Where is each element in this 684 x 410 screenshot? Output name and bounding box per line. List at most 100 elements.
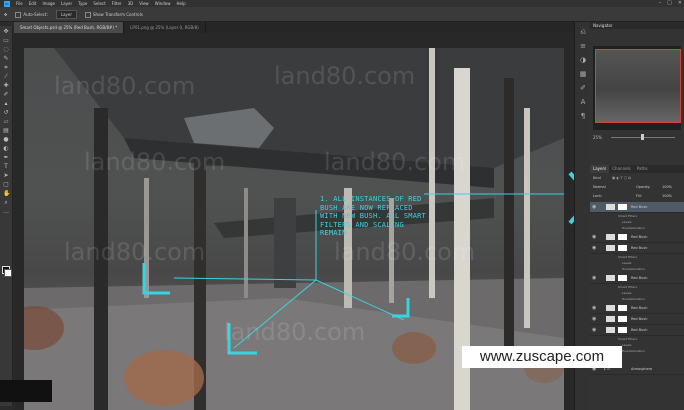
eye-icon[interactable]: ◉ (592, 273, 596, 283)
menu-filter[interactable]: Filter (112, 0, 122, 7)
paragraph-panel-icon[interactable]: ¶ (579, 112, 587, 120)
adjustments-panel-icon[interactable]: ◑ (579, 56, 587, 64)
type-tool-icon[interactable]: T (3, 164, 9, 170)
zoom-tool-icon[interactable]: ⌕ (3, 200, 9, 206)
navigator-panel-header[interactable]: Navigator (590, 22, 684, 29)
layer-row[interactable]: ◉ Red Bush (590, 243, 684, 254)
menu-window[interactable]: Window (155, 0, 171, 7)
hand-tool-icon[interactable]: ✋ (3, 191, 10, 197)
menu-view[interactable]: View (139, 0, 149, 7)
pen-tool-icon[interactable]: ✒ (3, 155, 9, 161)
layer-mask (618, 305, 627, 311)
menu-3d[interactable]: 3D (128, 0, 134, 7)
move-tool-icon[interactable]: ✥ (3, 29, 9, 35)
layer-row[interactable]: ◉ Red Bush (590, 314, 684, 325)
history-panel-icon[interactable]: ⎌ (579, 28, 587, 36)
layer-name: Red Bush (631, 317, 648, 321)
lasso-tool-icon[interactable]: ◌ (3, 47, 9, 53)
layer-name: Red Bush (631, 276, 648, 280)
layer-thumbnail (606, 275, 615, 281)
lock-fill-row: Lock: Fill: 100% (590, 192, 684, 201)
eye-icon[interactable]: ◉ (592, 325, 596, 335)
eye-icon[interactable]: ◉ (592, 243, 596, 253)
eyedropper-tool-icon[interactable]: ⁄ (3, 74, 9, 80)
layer-row[interactable]: ◉ Red Bush (590, 303, 684, 314)
menu-file[interactable]: File (16, 0, 23, 7)
minimize-icon[interactable]: – (659, 0, 662, 7)
eye-icon[interactable]: ◉ (592, 314, 596, 324)
filter-kind-dropdown[interactable]: Kind (593, 174, 601, 183)
layer-thumbnail (606, 327, 615, 333)
move-tool-icon[interactable]: ✥ (4, 7, 7, 21)
menu-select[interactable]: Select (93, 0, 105, 7)
blend-mode-dropdown[interactable]: Normal (593, 183, 606, 192)
menu-layer[interactable]: Layer (61, 0, 72, 7)
options-bar: ✥ Auto-Select: Layer Show Transform Cont… (0, 7, 684, 22)
layer-name: Red Bush (631, 246, 648, 250)
close-icon[interactable]: ✕ (678, 0, 682, 7)
brush-tool-icon[interactable]: ✐ (3, 92, 9, 98)
layer-row[interactable]: ◉ Red Bush (590, 273, 684, 284)
filter-icons[interactable]: ▣ ◐ T ▢ ⧉ (612, 174, 631, 183)
layer-row[interactable]: ◉ Red Bush (590, 202, 684, 213)
menu-edit[interactable]: Edit (29, 0, 37, 7)
blend-opacity-row: Normal Opacity: 100% (590, 183, 684, 192)
smart-filter-hue-saturation[interactable]: Hue/Saturation (590, 266, 684, 272)
quick-select-tool-icon[interactable]: ✎ (3, 56, 9, 62)
blur-tool-icon[interactable]: ● (3, 137, 9, 143)
website-caption: www.zuscape.com (462, 346, 622, 368)
auto-select-checkbox[interactable]: Auto-Select: (15, 7, 48, 21)
layer-mask (618, 204, 627, 210)
path-select-tool-icon[interactable]: ➤ (3, 173, 9, 179)
menu-help[interactable]: Help (176, 0, 185, 7)
swatches-panel-icon[interactable]: ▦ (579, 70, 587, 78)
shape-tool-icon[interactable]: ▢ (3, 182, 9, 188)
group-name: Atmosphere (631, 367, 653, 371)
auto-select-dropdown[interactable]: Layer (55, 10, 78, 19)
layer-thumbnail (606, 305, 615, 311)
dodge-tool-icon[interactable]: ◐ (3, 146, 9, 152)
marquee-tool-icon[interactable]: ▭ (3, 38, 9, 44)
smart-filter-hue-saturation[interactable]: Hue/Saturation (590, 296, 684, 302)
layer-row[interactable]: ◉ Red Bush (590, 232, 684, 243)
lock-label: Lock: (593, 194, 603, 198)
tab-paths[interactable]: Paths (634, 165, 651, 173)
tab-smart-objects[interactable]: Smart Objects.psd @ 25% (Red Bush, RGB/8… (14, 22, 125, 33)
stamp-tool-icon[interactable]: ▴ (3, 101, 9, 107)
window-controls: – □ ✕ (659, 0, 682, 7)
menu-type[interactable]: Type (78, 0, 87, 7)
watermark: land80.com (54, 72, 196, 100)
gradient-tool-icon[interactable]: ▤ (3, 128, 9, 134)
smart-filter-hue-saturation[interactable]: Hue/Saturation (590, 225, 684, 231)
menu-image[interactable]: Image (42, 0, 55, 7)
zoom-value[interactable]: 25% (593, 135, 602, 140)
zoom-slider-knob[interactable] (641, 134, 644, 140)
eye-icon[interactable]: ◉ (592, 232, 596, 242)
annotation-text: 1. ALL INSTANCES OF RED BUSH ARE NOW REP… (320, 195, 426, 238)
brush-panel-icon[interactable]: ✐ (579, 84, 587, 92)
more-tools-icon[interactable]: … (3, 209, 9, 215)
maximize-icon[interactable]: □ (667, 0, 672, 7)
healing-tool-icon[interactable]: ✚ (3, 83, 9, 89)
show-transform-controls-checkbox[interactable]: Show Transform Controls (85, 7, 143, 21)
crop-tool-icon[interactable]: ⌗ (3, 65, 9, 71)
opacity-label: Opacity: (636, 185, 651, 189)
character-panel-icon[interactable]: A (579, 98, 587, 106)
navigator-thumbnail[interactable] (595, 49, 681, 123)
eye-icon[interactable]: ◉ (592, 202, 596, 212)
tab-lp01[interactable]: LP01.png @ 25% (Layer 0, RGB/8) (124, 22, 206, 33)
eye-icon[interactable]: ◉ (592, 303, 596, 313)
layer-name: Red Bush (631, 306, 648, 310)
properties-panel-icon[interactable]: ≡ (579, 42, 587, 50)
history-brush-icon[interactable]: ↺ (3, 110, 9, 116)
fill-field[interactable]: 100% (662, 192, 672, 201)
layer-thumbnail (606, 316, 615, 322)
layer-row[interactable]: ◉ Red Bush (590, 325, 684, 336)
opacity-field[interactable]: 100% (662, 183, 672, 192)
tab-channels[interactable]: Channels (609, 165, 634, 173)
tab-layers[interactable]: Layers (590, 165, 610, 173)
layer-mask (618, 234, 627, 240)
corner-overlay (0, 380, 52, 402)
background-color-swatch[interactable] (4, 269, 12, 277)
eraser-tool-icon[interactable]: ▱ (3, 119, 9, 125)
